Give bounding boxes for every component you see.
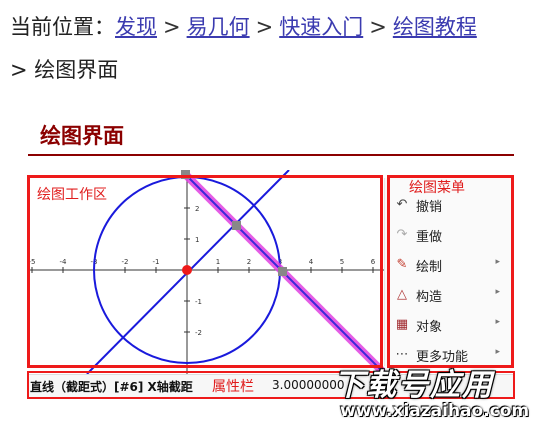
watermark: 下载号应用 www.xiazaihao.com xyxy=(320,355,539,430)
breadcrumb: 当前位置：发现 > 易几何 > 快速入门 > 绘图教程 xyxy=(10,14,477,40)
watermark-title: 下载号应用 xyxy=(334,368,494,403)
breadcrumb-separator: > xyxy=(255,15,274,39)
breadcrumb-current: 绘图界面 xyxy=(34,58,119,82)
breadcrumb-link-quickstart[interactable]: 快速入门 xyxy=(279,15,363,39)
breadcrumb-prefix: 当前位置： xyxy=(10,15,115,39)
annotation-box-drawing-area xyxy=(27,175,383,368)
title-divider xyxy=(28,154,514,156)
breadcrumb-link-tutorial[interactable]: 绘图教程 xyxy=(393,15,477,39)
section-title: 绘图界面 xyxy=(40,124,124,148)
breadcrumb-link-discover[interactable]: 发现 xyxy=(115,15,157,39)
breadcrumb-link-yijihe[interactable]: 易几何 xyxy=(187,15,250,39)
breadcrumb-separator: > xyxy=(369,15,387,39)
breadcrumb-separator: > xyxy=(163,15,181,39)
annotation-box-menu xyxy=(387,175,514,368)
breadcrumb-current-row: > 绘图界面 xyxy=(10,57,118,83)
watermark-url: www.xiazaihao.com xyxy=(340,401,530,421)
breadcrumb-separator: > xyxy=(10,58,28,82)
